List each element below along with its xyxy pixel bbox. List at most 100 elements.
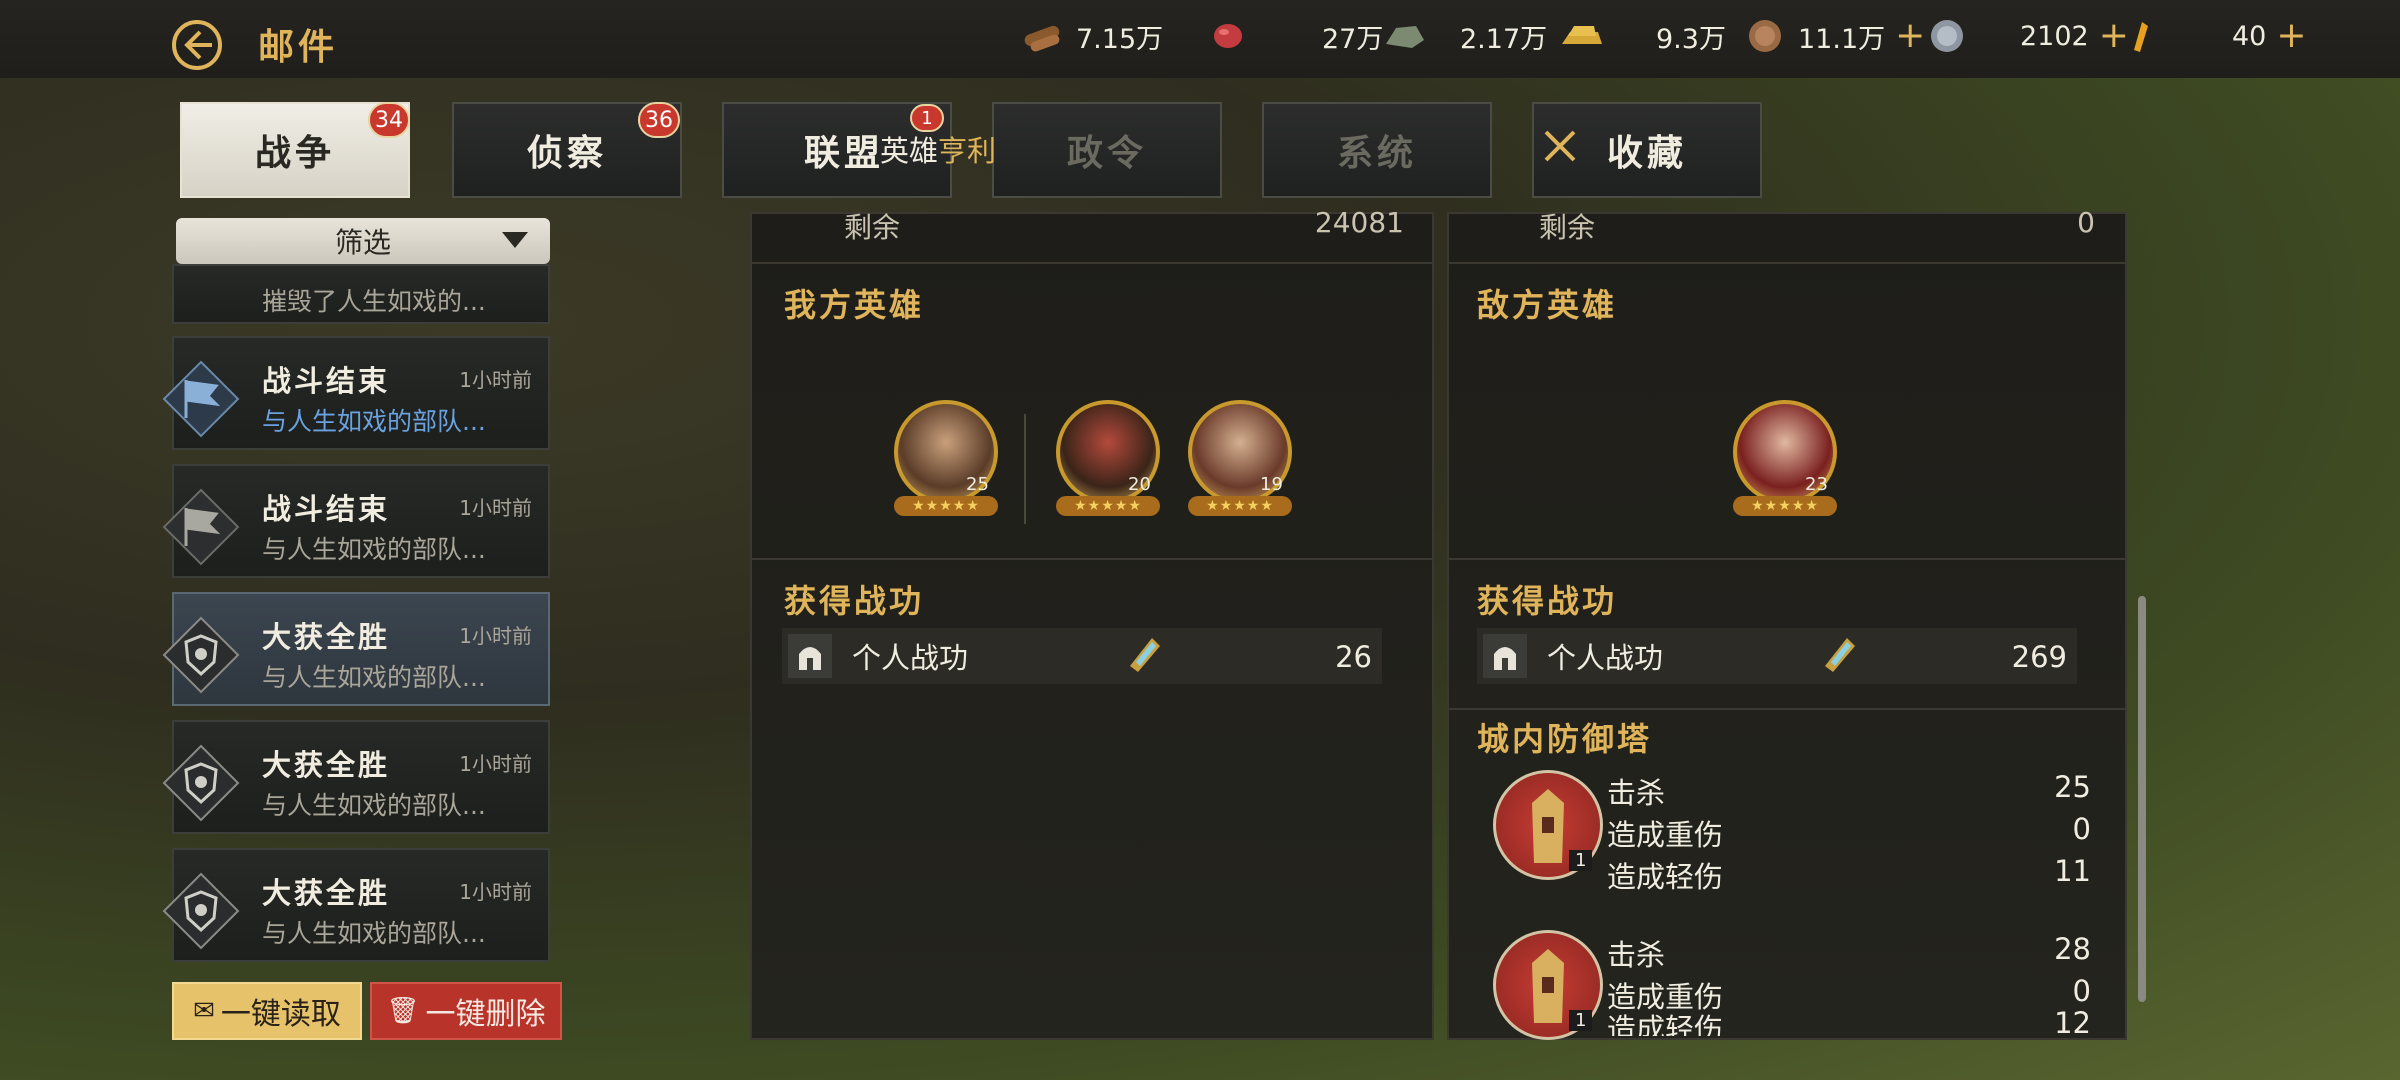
mail-subtitle: 与人生如戏的部队... [262,535,486,564]
wood-icon [1024,25,1060,52]
close-icon[interactable] [1540,126,1580,166]
filter-dropdown[interactable]: 筛选 [176,218,550,264]
remaining-value: 24081 [1314,206,1404,239]
hero-level: 20 [1128,474,1151,495]
stone-icon [1386,26,1424,48]
delete-all-label: 一键删除 [425,997,546,1032]
tower-card[interactable]: 1 [1493,930,1603,1040]
stat-kills-value: 25 [2054,770,2091,804]
bronze-coin-icon [1749,20,1781,52]
merit-value: 269 [2011,640,2067,674]
mail-title: 大获全胜 [262,876,391,910]
hero-card[interactable]: 25 ★★★★★ [894,400,998,516]
star-rating: ★★★★★ [1056,496,1160,516]
victory-crest-icon [162,744,240,822]
stat-light-wound-value: 11 [2054,854,2091,888]
hero-card[interactable]: 20 ★★★★★ [1056,400,1160,516]
resource-stone: 2.17万 [1382,14,1547,58]
victory-crest-icon [162,616,240,694]
tab-decree[interactable]: 政令 [992,102,1222,198]
defense-tower-title: 城内防御塔 [1477,720,1653,758]
mail-subtitle: 与人生如戏的部队... [262,407,486,436]
own-side-panel: 剩余 24081 我方英雄 25 ★★★★★ 20 ★★★★★ 19 ★★★★★… [750,206,1434,1040]
remaining-label: 剩余 [1539,211,1596,244]
stat-light-wound-label: 造成轻伤 [1607,860,1724,894]
resource-gold: 9.3万 [1558,14,1726,58]
divider [1449,558,2125,560]
mail-subtitle: 与人生如戏的部队... [262,791,486,820]
add-icon[interactable]: + [2276,18,2306,54]
meat-icon [1214,24,1242,48]
hero-divider [1024,414,1026,524]
delete-all-button[interactable]: 🗑 一键删除 [370,982,562,1040]
resource-bronze[interactable]: 11.1万 + [1742,14,1925,58]
divider [752,262,1432,264]
stat-heavy-wound-value: 0 [2072,812,2091,846]
mail-subtitle: 与人生如戏的部队... [262,919,486,948]
merit-crystal-icon [1825,638,1855,672]
resource-wood: 7.15万 [1020,14,1163,58]
envelope-icon: ✉ [193,996,215,1026]
mail-subtitle: 与人生如戏的部队... [262,663,486,692]
mail-item-partial[interactable]: 摧毁了人生如戏的... [172,264,550,324]
star-rating: ★★★★★ [894,496,998,516]
battle-flag-icon [162,360,240,438]
resource-value: 2102 [2020,20,2089,52]
mail-title: 大获全胜 [262,620,391,654]
mail-item[interactable]: 大获全胜 1小时前 与人生如戏的部队... [162,720,550,834]
hero-level: 23 [1805,474,1828,495]
resource-value: 11.1万 [1798,23,1886,55]
tower-level: 1 [1569,1010,1593,1031]
hero-strip-name: 亨利 [938,134,997,168]
resource-value: 40 [2232,20,2267,52]
mail-time: 1小时前 [459,496,532,520]
read-all-button[interactable]: ✉ 一键读取 [172,982,362,1040]
merit-row: 个人战功 26 [782,628,1382,684]
helmet-icon [1483,634,1527,678]
tower-card[interactable]: 1 [1493,770,1603,880]
merit-title: 获得战功 [784,582,925,620]
stat-kills-value: 28 [2054,932,2091,966]
resource-meat: 27万 [1206,14,1383,58]
add-icon[interactable]: + [1895,18,1925,54]
divider [1449,708,2125,710]
tab-system[interactable]: 系统 [1262,102,1492,198]
mail-time: 1小时前 [459,880,532,904]
gold-bar-icon [1562,26,1602,44]
page-title: 邮件 [258,27,339,68]
victory-crest-icon [162,872,240,950]
back-arrow-icon[interactable] [170,18,224,72]
mail-item-selected[interactable]: 大获全胜 1小时前 与人生如戏的部队... [162,592,550,706]
mail-title: 大获全胜 [262,748,391,782]
helmet-icon [788,634,832,678]
gem-icon [2134,22,2148,52]
merit-row: 个人战功 269 [1477,628,2077,684]
star-rating: ★★★★★ [1733,496,1837,516]
hero-card[interactable]: 23 ★★★★★ [1733,400,1837,516]
resource-silver[interactable]: 2102 + [1924,14,2129,58]
mail-title: 战斗结束 [262,364,391,398]
hero-level: 25 [966,474,989,495]
tab-badge: 34 [368,102,410,138]
merit-title: 获得战功 [1477,582,1618,620]
mail-item[interactable]: 战斗结束 1小时前 与人生如戏的部队... [162,464,550,578]
own-heroes-title: 我方英雄 [784,286,925,324]
resource-value: 9.3万 [1656,23,1726,55]
chevron-down-icon[interactable] [502,232,528,248]
stat-light-wound-label: 造成轻伤 [1607,1012,1724,1036]
remaining-value: 0 [2077,206,2095,239]
star-rating: ★★★★★ [1188,496,1292,516]
resource-gem[interactable]: 40 + [2116,14,2307,58]
divider [1449,262,2125,264]
remaining-label: 剩余 [844,211,901,244]
hero-card[interactable]: 19 ★★★★★ [1188,400,1292,516]
merit-label: 个人战功 [1547,641,1664,675]
resource-value: 27万 [1322,23,1384,55]
tower-level: 1 [1569,850,1593,871]
merit-value: 26 [1335,640,1372,674]
mail-item[interactable]: 战斗结束 1小时前 与人生如戏的部队... [162,336,550,450]
scrollbar[interactable] [2138,596,2146,1002]
read-all-label: 一键读取 [220,997,341,1032]
mail-item[interactable]: 大获全胜 1小时前 与人生如戏的部队... [162,848,550,962]
mail-time: 1小时前 [459,368,532,392]
